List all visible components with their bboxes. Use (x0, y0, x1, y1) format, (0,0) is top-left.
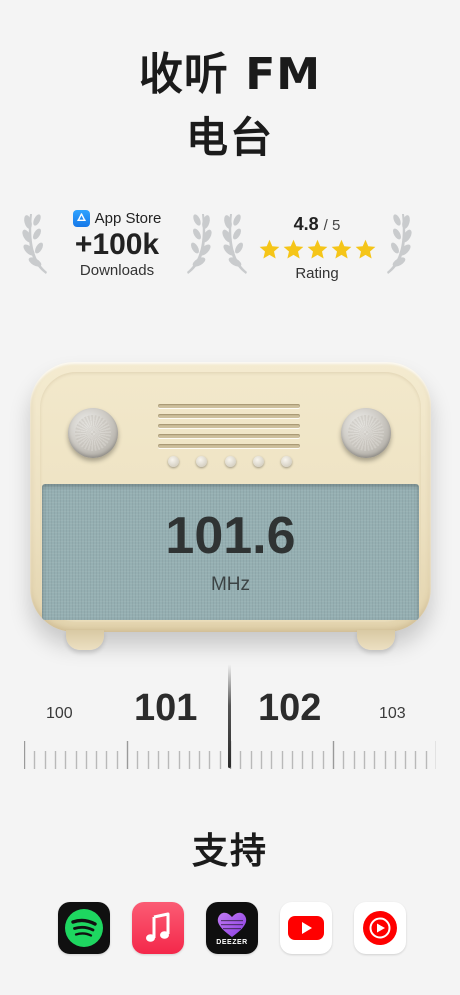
spotify-icon[interactable] (58, 902, 110, 954)
preset-button[interactable] (224, 456, 236, 467)
laurel-right-icon (187, 214, 212, 274)
support-title: 支持 (191, 831, 268, 872)
star-icon (355, 239, 375, 259)
star-icon (307, 239, 327, 259)
preset-button[interactable] (168, 456, 179, 467)
dial-label-103: 103 (379, 705, 406, 722)
speaker-grille (158, 404, 300, 448)
frequency-display: 101.6 MHz (42, 484, 419, 620)
youtube-icon[interactable] (280, 902, 332, 954)
star-icon (283, 239, 303, 259)
tuning-knob[interactable] (341, 408, 391, 458)
preset-buttons (168, 456, 292, 467)
dial-label-102: 102 (258, 687, 322, 729)
dial-label-100: 100 (46, 705, 73, 722)
rating-stat: 4.8 / 5 Rating (222, 204, 412, 282)
deezer-label: DEEZER (216, 939, 248, 946)
radio-foot (66, 630, 104, 650)
laurel-right-icon (387, 214, 412, 274)
preset-button[interactable] (281, 456, 292, 467)
radio-illustration: 101.6 MHz (30, 362, 431, 652)
rating-label: Rating (295, 265, 339, 282)
apple-music-icon[interactable] (132, 902, 184, 954)
youtube-music-icon[interactable] (354, 902, 406, 954)
dial-label-101: 101 (134, 687, 198, 729)
title-line-2: 电台 (185, 113, 274, 162)
preset-button[interactable] (252, 456, 264, 467)
downloads-stat: App Store +100k Downloads (22, 204, 212, 282)
rating-denominator: / 5 (323, 217, 341, 234)
radio-foot (357, 630, 395, 650)
star-icon (331, 239, 351, 259)
laurel-left-icon (222, 214, 247, 274)
deezer-icon[interactable]: DEEZER (206, 902, 258, 954)
laurel-left-icon (22, 214, 47, 274)
app-store-icon (72, 210, 90, 227)
title-line-1: 收听 FM (138, 49, 322, 100)
rating-score: 4.8 (293, 214, 319, 234)
supported-apps: DEEZER (58, 902, 406, 954)
frequency-value: 101.6 (165, 507, 296, 565)
preset-button[interactable] (196, 456, 208, 467)
store-label: App Store (94, 210, 162, 227)
volume-knob[interactable] (68, 408, 118, 458)
radio-body: 101.6 MHz (30, 362, 431, 632)
downloads-label: Downloads (79, 262, 155, 279)
frequency-unit: MHz (210, 574, 251, 595)
downloads-value: +100k (74, 228, 160, 261)
tuning-needle[interactable] (228, 664, 231, 768)
rating-stars (252, 238, 382, 264)
star-icon (259, 239, 279, 259)
